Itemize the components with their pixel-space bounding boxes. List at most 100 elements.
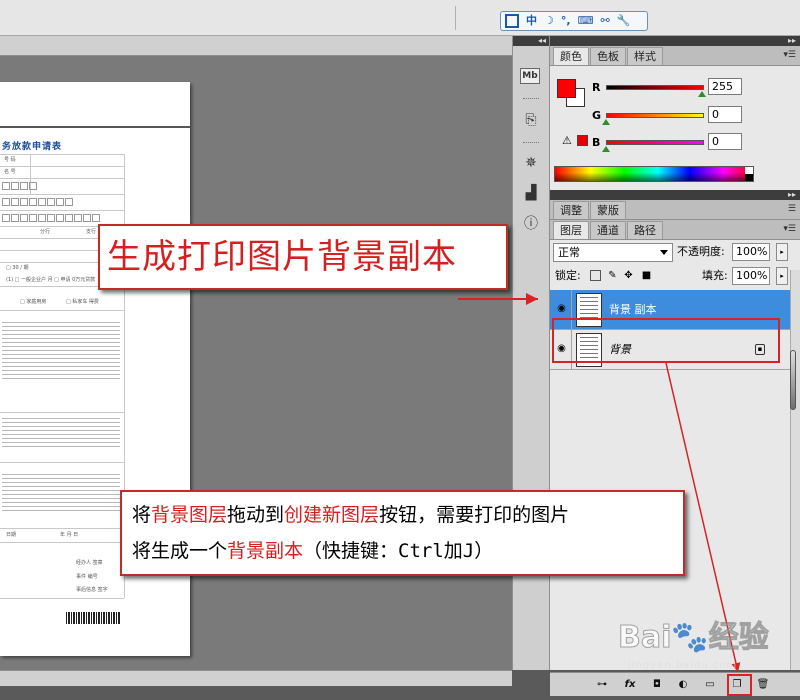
watermark-brand2: 经验 (708, 620, 769, 656)
form-label: 年 月 日 (60, 532, 79, 538)
form-line (0, 462, 124, 463)
baidu-watermark: Bai🐾经验 jingyan.baidu.com (617, 620, 793, 684)
green-value-input[interactable]: 0 (708, 106, 742, 123)
ime-mode[interactable]: 中 (526, 12, 537, 30)
collapse-icon[interactable]: ◂◂ (513, 36, 549, 46)
instruction-text: （快捷键：Ctrl加J） (303, 540, 494, 562)
watermark-brand: Bai (617, 620, 672, 656)
punctuation-icon[interactable]: °, (561, 12, 571, 30)
lock-all-icon[interactable]: ■ (641, 270, 652, 281)
layers-tabs: 图层 通道 路径 ▾☰ (550, 220, 800, 240)
panel-menu-icon[interactable]: ☰ (788, 204, 796, 214)
histogram-icon[interactable]: ▟ (520, 182, 542, 204)
blue-slider-thumb[interactable] (602, 146, 611, 153)
form-boxes (2, 182, 37, 190)
header-rule (0, 126, 190, 128)
form-text-block (2, 418, 120, 450)
tab-channels[interactable]: 通道 (590, 221, 626, 239)
form-label: 日期 (6, 532, 17, 538)
blue-value-input[interactable]: 0 (708, 133, 742, 150)
tools-icon[interactable]: ⚯ (600, 12, 609, 30)
spectrum-row (550, 164, 800, 190)
keyboard-icon[interactable]: ⌨ (578, 12, 594, 30)
lock-brush-icon[interactable]: ✎ (607, 270, 618, 281)
tab-layers[interactable]: 图层 (553, 221, 589, 239)
form-label: 经办人 签章 (76, 560, 103, 566)
gamut-swatch[interactable] (577, 135, 588, 146)
form-line (0, 154, 124, 155)
divider (523, 142, 539, 144)
tab-color[interactable]: 颜色 (553, 47, 589, 65)
opacity-arrow-icon[interactable]: ▸ (776, 243, 788, 261)
tab-paths[interactable]: 路径 (627, 221, 663, 239)
panel-resize-handle[interactable] (790, 350, 796, 410)
layer-name[interactable]: 背景 副本 (609, 302, 657, 318)
title-callout: 生成打印图片背景副本 (98, 224, 508, 290)
tab-swatches[interactable]: 色板 (590, 47, 626, 65)
blend-mode-select[interactable]: 正常 (553, 243, 673, 262)
fill-input[interactable]: 100% (732, 267, 770, 285)
red-value-input[interactable]: 255 (708, 78, 742, 95)
document-canvas[interactable]: 务放款申请表 号 码 名 号 分行 支行 □ 30 / 期 (1) □ 一般企业… (0, 56, 512, 670)
panel-menu-icon[interactable]: ▾☰ (783, 50, 796, 60)
watermark-logo: Bai🐾经验 (617, 620, 769, 656)
eye-icon[interactable]: ◉ (555, 303, 568, 315)
channel-label-r: R (592, 81, 601, 94)
form-label: 名 号 (4, 169, 16, 175)
color-spectrum[interactable] (554, 166, 754, 182)
red-slider[interactable] (606, 85, 704, 90)
fill-label: 填充: (702, 269, 728, 282)
instruction-text: 按钮，需要打印的图片 (379, 504, 570, 526)
navigator-icon[interactable]: ✵ (520, 152, 542, 174)
tab-masks[interactable]: 蒙版 (590, 201, 626, 219)
form-boxes (2, 198, 73, 206)
form-label: (1) □ 一般企业户 月 □ 申请 0万元贷款 (6, 277, 96, 283)
blue-slider[interactable] (606, 140, 704, 145)
instruction-line-1: 将背景图层拖动到创建新图层按钮，需要打印的图片 (132, 502, 569, 528)
ime-toolbar[interactable]: 中 ☽ °, ⌨ ⚯ 🔧 (500, 11, 648, 31)
instruction-text: 将生成一个 (132, 540, 228, 562)
form-label: 事件 编号 (76, 574, 98, 580)
collapse-icon[interactable]: ▸▸ (550, 36, 800, 46)
fill-arrow-icon[interactable]: ▸ (776, 267, 788, 285)
link-layers-icon[interactable]: ⊶ (595, 678, 609, 692)
color-tabs: 颜色 色板 样式 ▾☰ (550, 46, 800, 66)
green-slider[interactable] (606, 113, 704, 118)
divider (455, 6, 456, 30)
mini-bridge-icon[interactable]: Mb (520, 68, 540, 84)
color-panel: R 255 G 0 ⚠ B 0 (550, 66, 800, 164)
callout-title: 生成打印图片背景副本 (107, 237, 457, 277)
tab-adjustments[interactable]: 调整 (553, 201, 589, 219)
document-tab-bar (0, 36, 512, 56)
layers-scrollbar[interactable] (790, 270, 800, 670)
warning-icon[interactable]: ⚠ (562, 134, 572, 147)
chevron-down-icon (660, 250, 668, 255)
lock-move-icon[interactable]: ✥ (623, 270, 634, 281)
panel-grip[interactable]: ▸▸ (550, 190, 800, 200)
menu-strip: 中 ☽ °, ⌨ ⚯ 🔧 (0, 0, 800, 36)
highlight-background-layer (552, 318, 780, 363)
form-line (0, 310, 124, 311)
form-line (0, 598, 124, 599)
form-line (0, 210, 124, 211)
opacity-input[interactable]: 100% (732, 243, 770, 261)
opacity-label: 不透明度: (677, 245, 725, 258)
foreground-swatch[interactable] (557, 79, 576, 98)
panel-menu-icon[interactable]: ▾☰ (783, 224, 796, 234)
form-label: 号 码 (4, 157, 16, 163)
blend-mode-value: 正常 (558, 246, 580, 259)
form-line (0, 528, 124, 529)
instruction-highlight: 背景图层 (151, 504, 228, 526)
lock-transparent-icon[interactable] (590, 270, 601, 281)
document-status-bar (0, 670, 512, 686)
lock-label: 锁定: (555, 269, 581, 282)
ime-logo-icon (505, 14, 519, 28)
channel-label-g: G (592, 109, 602, 122)
info-icon[interactable]: ⓘ (520, 212, 542, 234)
history-icon[interactable]: ⎘ (520, 109, 542, 131)
red-slider-thumb[interactable] (698, 91, 707, 98)
wrench-icon[interactable]: 🔧 (617, 12, 631, 30)
green-slider-thumb[interactable] (602, 119, 611, 126)
tab-styles[interactable]: 样式 (627, 47, 663, 65)
moon-icon[interactable]: ☽ (544, 12, 554, 30)
